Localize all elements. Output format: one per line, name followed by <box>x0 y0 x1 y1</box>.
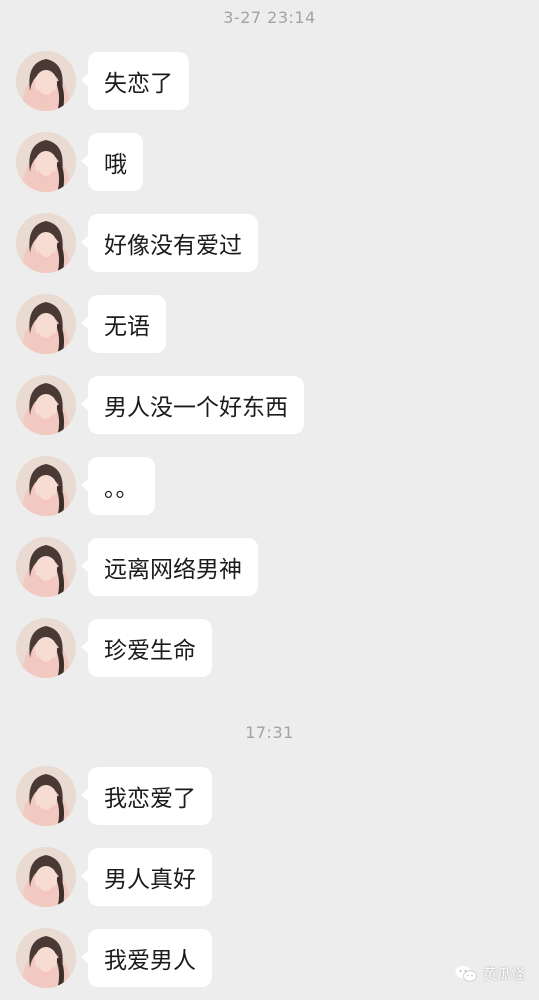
message-bubble[interactable]: 失恋了 <box>81 52 189 110</box>
message-bubble[interactable]: 我恋爱了 <box>81 767 212 825</box>
avatar[interactable] <box>16 51 76 111</box>
message-bubble[interactable]: 无语 <box>81 295 166 353</box>
message-bubble[interactable]: 男人真好 <box>81 848 212 906</box>
message-bubble[interactable]: 珍爱生命 <box>81 619 212 677</box>
avatar-photo <box>16 132 76 192</box>
avatar-photo <box>16 213 76 273</box>
avatar-photo <box>16 456 76 516</box>
message-bubble[interactable]: 我爱男人 <box>81 929 212 987</box>
avatar[interactable] <box>16 537 76 597</box>
timestamp: 17:31 <box>245 723 294 742</box>
avatar-photo <box>16 51 76 111</box>
message-bubble[interactable]: 。。 <box>81 457 155 515</box>
avatar-photo <box>16 294 76 354</box>
avatar-photo <box>16 537 76 597</box>
message-bubble[interactable]: 远离网络男神 <box>81 538 258 596</box>
avatar-photo <box>16 847 76 907</box>
avatar[interactable] <box>16 294 76 354</box>
watermark-label: 黄瓜怪 <box>483 967 525 983</box>
avatar[interactable] <box>16 375 76 435</box>
avatar-photo <box>16 766 76 826</box>
message-bubble[interactable]: 好像没有爱过 <box>81 214 258 272</box>
avatar[interactable] <box>16 456 76 516</box>
avatar-photo <box>16 928 76 988</box>
wechat-icon <box>455 966 477 982</box>
avatar[interactable] <box>16 928 76 988</box>
avatar[interactable] <box>16 618 76 678</box>
message-bubble[interactable]: 哦 <box>81 133 143 191</box>
timestamp: 3-27 23:14 <box>223 8 316 27</box>
message-bubble[interactable]: 男人没一个好东西 <box>81 376 304 434</box>
watermark: 黄瓜怪 <box>455 964 525 984</box>
avatar[interactable] <box>16 766 76 826</box>
avatar-photo <box>16 375 76 435</box>
avatar[interactable] <box>16 132 76 192</box>
avatar[interactable] <box>16 847 76 907</box>
avatar-photo <box>16 618 76 678</box>
chat-area: 3-27 23:14 失恋了 哦 好像没有爱过 无语 男人没一个好东西 。。 远… <box>0 0 539 1000</box>
avatar[interactable] <box>16 213 76 273</box>
